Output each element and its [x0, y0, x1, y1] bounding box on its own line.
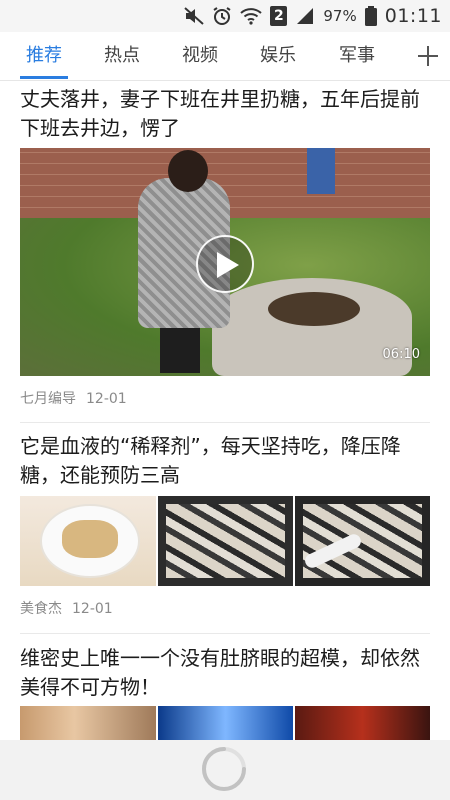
sim-2-icon: 2	[270, 6, 288, 26]
video-scene-well-hole	[268, 292, 360, 326]
tab-video[interactable]: 视频	[170, 32, 230, 80]
plus-icon[interactable]	[416, 44, 440, 68]
loading-spinner-icon	[199, 744, 249, 794]
active-tab-indicator	[20, 76, 68, 79]
news-title-2[interactable]: 它是血液的“稀释剂”，每天坚持吃，降压降糖，还能预防三高	[20, 432, 432, 490]
signal-icon	[295, 7, 315, 25]
thumbnail-image[interactable]	[20, 496, 156, 586]
alarm-icon	[212, 6, 232, 26]
news-title-1[interactable]: 丈夫落井，妻子下班在井里扔糖，五年后提前下班去井边，愣了	[20, 85, 432, 143]
thumbnail-image[interactable]	[158, 496, 293, 586]
status-icons: 2 97% 01:11	[184, 0, 442, 32]
video-thumbnail[interactable]: 06:10	[20, 148, 430, 376]
news-source: 七月编导	[20, 391, 76, 407]
tab-hot[interactable]: 热点	[92, 32, 152, 80]
tab-military[interactable]: 军事	[327, 32, 387, 80]
image-row-2[interactable]	[20, 496, 430, 586]
thumbnail-image[interactable]	[295, 496, 430, 586]
video-duration: 06:10	[382, 347, 420, 362]
status-bar: 2 97% 01:11	[0, 0, 450, 32]
divider	[20, 633, 430, 634]
divider	[20, 422, 430, 423]
food-slices-graphic	[303, 504, 422, 578]
clock: 01:11	[384, 5, 442, 27]
news-meta-1: 七月编导 12-01	[20, 388, 127, 408]
news-date: 12-01	[72, 601, 113, 617]
sim-label: 2	[274, 8, 284, 24]
battery-percent: 97%	[323, 7, 357, 25]
category-tabs: 推荐 热点 视频 娱乐 军事	[0, 32, 450, 81]
video-scene-person-head	[168, 150, 208, 192]
news-title-3[interactable]: 维密史上唯一一个没有肚脐眼的超模，却依然美得不可方物！	[20, 644, 432, 702]
news-source: 美食杰	[20, 601, 62, 617]
mute-icon	[184, 7, 205, 25]
video-scene-door	[307, 148, 335, 194]
wifi-icon	[240, 7, 263, 25]
tab-entertainment[interactable]: 娱乐	[248, 32, 308, 80]
food-graphic	[62, 520, 118, 558]
news-date: 12-01	[86, 391, 127, 407]
food-slices-graphic	[166, 504, 285, 578]
tab-recommend[interactable]: 推荐	[14, 32, 74, 80]
loading-footer	[0, 740, 450, 800]
news-meta-2: 美食杰 12-01	[20, 598, 113, 618]
play-icon[interactable]	[196, 235, 254, 293]
battery-icon	[364, 6, 377, 26]
